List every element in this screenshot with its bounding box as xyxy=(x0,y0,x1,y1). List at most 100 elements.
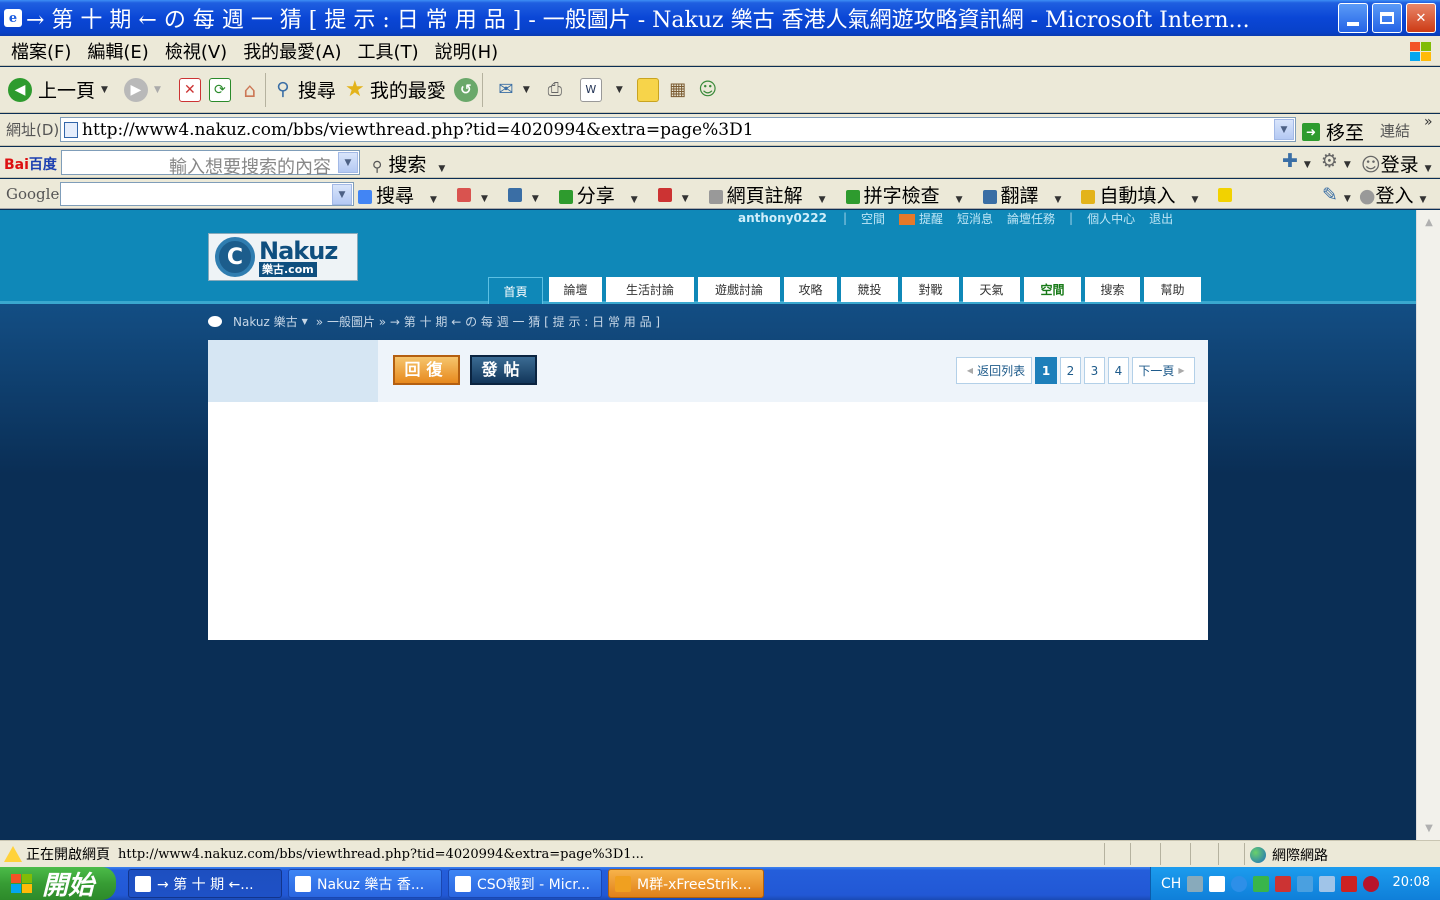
google-search-input[interactable]: ▼ xyxy=(60,182,354,206)
chevron-down-icon[interactable]: ▼ xyxy=(302,317,308,326)
input-method-icon[interactable] xyxy=(1187,875,1204,892)
back-to-list-button[interactable]: ◀ 返回列表 xyxy=(956,357,1032,384)
logout-link[interactable]: 退出 xyxy=(1149,210,1173,227)
shield-icon[interactable] xyxy=(1363,875,1380,892)
mail-button[interactable]: ✉ ▼ xyxy=(495,78,530,102)
mail-dropdown-icon[interactable]: ▼ xyxy=(523,85,530,95)
reply-button[interactable]: 回復 xyxy=(393,355,460,385)
tab-search[interactable]: 搜索 xyxy=(1085,277,1140,302)
wrench-icon[interactable]: ✎ ▼ xyxy=(1322,184,1351,206)
maximize-button[interactable] xyxy=(1372,3,1402,33)
tab-games[interactable]: 遊戲討論 xyxy=(698,277,780,302)
menu-help[interactable]: 說明(H) xyxy=(435,38,499,64)
google-dropdown-icon[interactable]: ▼ xyxy=(332,184,352,205)
back-button[interactable]: ◀ 上一頁 ▼ xyxy=(8,76,108,103)
share-button[interactable]: 分享 ▼ xyxy=(558,181,648,208)
username-link[interactable]: anthony0222 xyxy=(738,211,827,225)
lan-icon[interactable] xyxy=(1319,875,1336,892)
nakuz-logo[interactable]: C Nakuz 樂古.com xyxy=(208,233,358,281)
tab-home[interactable]: 首頁 xyxy=(488,277,543,304)
menu-file[interactable]: 檔案(F) xyxy=(11,38,71,64)
new-post-button[interactable]: 發帖 xyxy=(470,355,537,385)
address-input[interactable]: http://www4.nakuz.com/bbs/viewthread.php… xyxy=(60,117,1296,142)
spellcheck-button[interactable]: 拼字檢查 ▼ xyxy=(845,181,973,208)
discuss-button[interactable] xyxy=(636,77,659,102)
menu-tools[interactable]: 工具(T) xyxy=(358,38,419,64)
tab-guides[interactable]: 攻略 xyxy=(784,277,837,302)
google-logo[interactable]: Google xyxy=(6,185,59,203)
tab-space[interactable]: 空間 xyxy=(1024,277,1081,302)
space-link[interactable]: 空間 xyxy=(861,210,885,227)
baidu-search-button[interactable]: ⚲ 搜索 ▼ xyxy=(372,150,445,177)
network-signal-icon[interactable] xyxy=(1253,875,1270,892)
edit-button[interactable]: W ▼ xyxy=(579,77,623,102)
tab-life[interactable]: 生活討論 xyxy=(606,277,694,302)
baidu-search-dropdown-icon[interactable]: ▼ xyxy=(438,164,445,174)
tab-auction[interactable]: 競投 xyxy=(841,277,898,302)
translate-button[interactable]: 翻譯 ▼ xyxy=(982,181,1072,208)
taskbar-item-cso[interactable]: CSO報到 - Micr... xyxy=(448,869,602,898)
task-link[interactable]: 論壇任務 xyxy=(1007,210,1055,227)
taskbar-item-current[interactable]: → 第 十 期 ←... xyxy=(128,869,282,898)
page-4[interactable]: 4 xyxy=(1108,357,1129,384)
favorites-button[interactable]: ★ 我的最愛 xyxy=(344,76,446,103)
forward-dropdown-icon[interactable]: ▼ xyxy=(154,85,161,95)
close-button[interactable]: ✕ xyxy=(1406,3,1436,33)
go-button[interactable]: ➜ 移至 xyxy=(1302,118,1364,145)
baidu-dropdown-icon[interactable]: ▼ xyxy=(338,152,358,173)
links-button[interactable]: 連結 xyxy=(1380,120,1410,141)
bookmark-button[interactable]: ▼ xyxy=(456,184,498,206)
profile-link[interactable]: 個人中心 xyxy=(1087,210,1135,227)
baidu-logo[interactable]: Bai百度 xyxy=(4,154,57,174)
help-icon[interactable] xyxy=(1209,875,1226,892)
home-button[interactable]: ⌂ xyxy=(239,78,261,102)
popup-blocker-button[interactable]: ▼ xyxy=(657,184,699,206)
search-button[interactable]: ⚲ 搜尋 xyxy=(272,76,336,103)
add-icon[interactable]: ✚ ▼ xyxy=(1282,150,1311,177)
tab-battle[interactable]: 對戰 xyxy=(902,277,959,302)
start-button[interactable]: 開始 xyxy=(0,867,116,900)
clock[interactable]: 20:08 xyxy=(1393,875,1430,890)
scroll-down-icon[interactable]: ▼ xyxy=(1419,818,1439,838)
google-search-button[interactable]: 搜尋 ▼ xyxy=(358,181,447,208)
google-login-button[interactable]: ●登入 ▼ xyxy=(1359,181,1427,208)
tab-help[interactable]: 幫助 xyxy=(1144,277,1201,302)
address-dropdown-icon[interactable]: ▼ xyxy=(1274,119,1294,140)
address-url[interactable]: http://www4.nakuz.com/bbs/viewthread.php… xyxy=(82,120,754,140)
notice-link[interactable]: 提醒 xyxy=(899,210,943,227)
antivirus-icon[interactable] xyxy=(1341,875,1358,892)
vertical-scrollbar[interactable]: ▲ ▼ xyxy=(1416,210,1440,840)
highlight-button[interactable] xyxy=(1218,184,1236,206)
breadcrumb-site[interactable]: Nakuz 樂古 xyxy=(233,313,298,330)
pm-link[interactable]: 短消息 xyxy=(957,210,993,227)
network-disconnected-icon[interactable] xyxy=(1275,875,1292,892)
tab-forum[interactable]: 論壇 xyxy=(549,277,602,302)
taskbar-item-xfreestrike[interactable]: M群-xFreeStrik... xyxy=(608,869,764,898)
back-dropdown-icon[interactable]: ▼ xyxy=(101,85,108,95)
language-indicator[interactable]: CH xyxy=(1161,876,1181,892)
scroll-up-icon[interactable]: ▲ xyxy=(1419,212,1439,232)
page-3[interactable]: 3 xyxy=(1084,357,1105,384)
minimize-button[interactable] xyxy=(1338,3,1368,33)
menu-view[interactable]: 檢視(V) xyxy=(165,38,227,64)
history-button[interactable]: ↺ xyxy=(453,77,478,102)
autofill-button[interactable]: 自動填入 ▼ xyxy=(1081,181,1208,208)
google-add-button[interactable]: ▼ xyxy=(507,184,549,206)
stop-button[interactable]: ✕ xyxy=(178,77,201,102)
links-chevron-icon[interactable]: » xyxy=(1424,114,1433,130)
edit-dropdown-icon[interactable]: ▼ xyxy=(616,85,623,95)
annotate-button[interactable]: 網頁註解 ▼ xyxy=(708,181,836,208)
gear-icon[interactable]: ⚙ ▼ xyxy=(1321,150,1351,177)
menu-favorites[interactable]: 我的最愛(A) xyxy=(243,38,341,64)
baidu-login-button[interactable]: ☺登录 ▼ xyxy=(1361,150,1432,177)
next-page-button[interactable]: 下一頁 ▶ xyxy=(1132,357,1195,384)
monitor-icon[interactable] xyxy=(1297,875,1314,892)
messenger-button[interactable]: ☺ xyxy=(697,78,719,102)
refresh-button[interactable]: ⟳ xyxy=(208,77,231,102)
forward-button[interactable]: ▶ ▼ xyxy=(123,77,161,102)
taskbar-item-nakuz[interactable]: Nakuz 樂古 香... xyxy=(288,869,442,898)
tab-weather[interactable]: 天氣 xyxy=(963,277,1020,302)
chevron-left-icon[interactable] xyxy=(1231,875,1248,892)
page-2[interactable]: 2 xyxy=(1060,357,1081,384)
page-1[interactable]: 1 xyxy=(1035,357,1057,384)
